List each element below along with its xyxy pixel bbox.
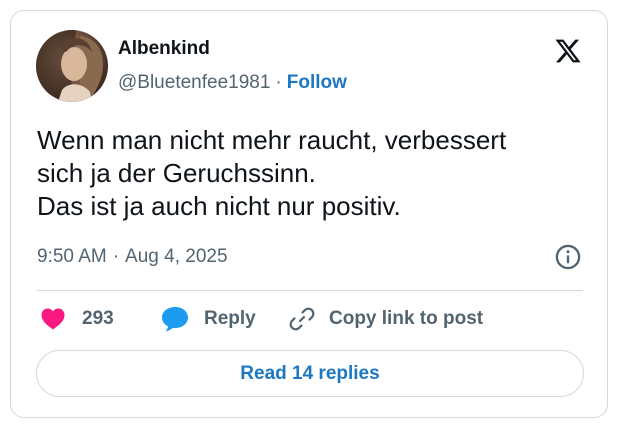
tweet-text-line: sich ja der Geruchssinn.	[37, 158, 316, 188]
author-handle[interactable]: @Bluetenfee1981	[118, 72, 270, 93]
tweet-timestamp[interactable]: 9:50 AM · Aug 4, 2025	[37, 246, 228, 268]
reply-label: Reply	[204, 308, 256, 329]
tweet-date: Aug 4, 2025	[125, 246, 228, 267]
handle-separator: ·	[275, 72, 282, 93]
heart-icon	[41, 308, 65, 330]
info-icon[interactable]	[554, 243, 582, 271]
action-bar: 293 Reply Copy link to post	[11, 302, 609, 336]
reply-button[interactable]: Reply	[161, 302, 256, 336]
copy-link-button[interactable]: Copy link to post	[289, 302, 483, 336]
author-display-name[interactable]: Albenkind	[118, 38, 210, 60]
tweet-text-line: Das ist ja auch nicht nur positiv.	[37, 191, 401, 221]
divider	[37, 290, 583, 291]
tweet-text: Wenn man nicht mehr raucht, verbessert s…	[37, 124, 597, 223]
like-count: 293	[82, 308, 114, 329]
author-handle-row: @Bluetenfee1981 · Follow	[118, 72, 347, 94]
tweet-card: Albenkind @Bluetenfee1981 · Follow Wenn ma…	[10, 10, 608, 418]
like-button[interactable]: 293	[41, 302, 114, 336]
tweet-text-line: Wenn man nicht mehr raucht, verbessert	[37, 125, 507, 155]
copy-link-label: Copy link to post	[329, 308, 484, 329]
read-replies-button[interactable]: Read 14 replies	[36, 350, 584, 397]
speech-bubble-icon	[162, 307, 188, 332]
tweet-time: 9:50 AM	[37, 246, 107, 267]
x-logo-icon[interactable]	[554, 37, 582, 65]
link-icon	[289, 307, 315, 331]
timestamp-separator: ·	[112, 246, 120, 267]
follow-button[interactable]: Follow	[287, 72, 347, 93]
avatar[interactable]	[36, 30, 108, 102]
avatar-image	[36, 30, 108, 102]
